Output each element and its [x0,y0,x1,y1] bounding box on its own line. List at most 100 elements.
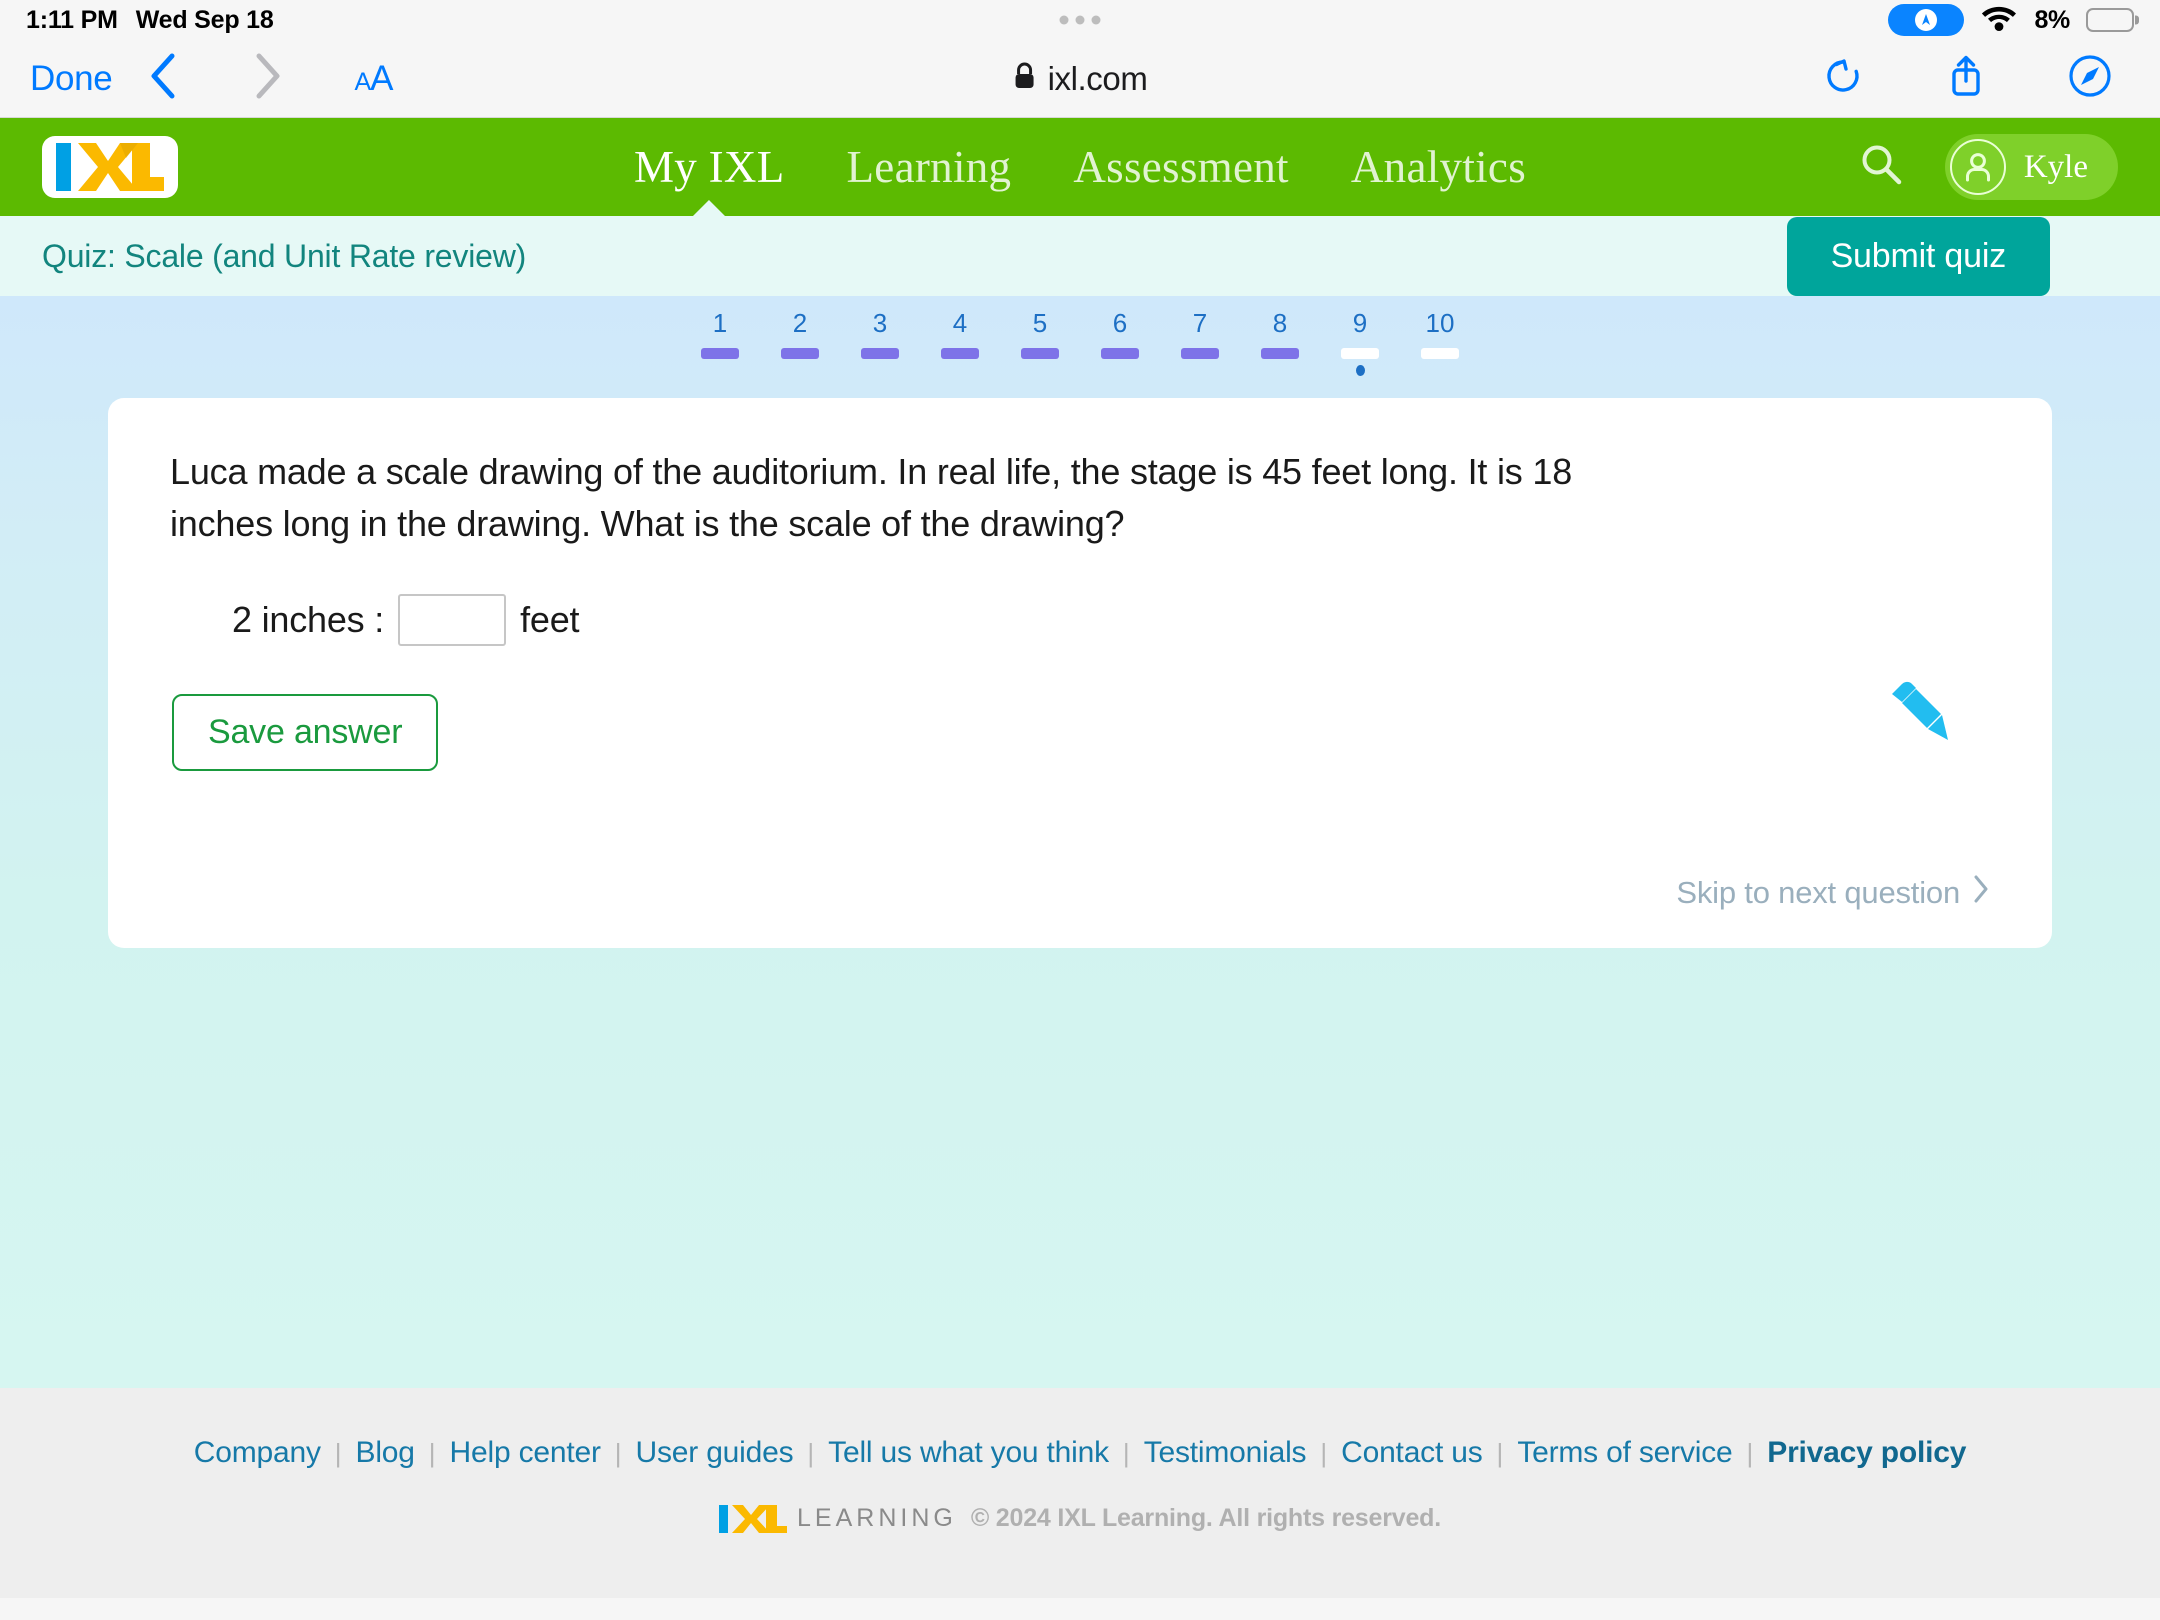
pager-item-1[interactable]: 1 [680,310,760,376]
footer-learning-word: LEARNING [797,1504,957,1532]
footer-separator: | [428,1437,436,1468]
dot [1075,15,1085,25]
pager-item-10[interactable]: 10 [1400,310,1480,376]
user-menu-button[interactable]: Kyle [1944,134,2118,200]
pager-status-bar [1261,348,1299,359]
footer-link-blog[interactable]: Blog [356,1436,415,1470]
footer-separator: | [614,1437,622,1468]
footer-link-terms-of-service[interactable]: Terms of service [1517,1436,1732,1470]
footer-separator: | [1320,1437,1328,1468]
status-bar-right: 8% [1888,4,2134,37]
forward-icon [252,52,282,105]
pager-item-7[interactable]: 7 [1160,310,1240,376]
status-bar-date: Wed Sep 18 [135,5,274,34]
safari-compass-icon[interactable] [2068,54,2112,103]
pager-item-5[interactable]: 5 [1000,310,1080,376]
nav-link-my-ixl[interactable]: My IXL [634,118,785,216]
lock-icon [1013,61,1037,96]
dot [1091,15,1101,25]
status-bar-time: 1:11 PM [26,5,118,34]
footer-link-help-center[interactable]: Help center [450,1436,601,1470]
footer-link-privacy-policy[interactable]: Privacy policy [1767,1436,1966,1470]
safari-toolbar: Done AA ixl.com [0,40,2160,118]
ixl-nav-right: Kyle [1857,134,2118,200]
pager-number: 8 [1272,308,1288,338]
answer-row: 2 inches : feet [170,594,1990,647]
footer-copyright-text: © 2024 IXL Learning. All rights reserved… [970,1504,1441,1532]
nav-link-learning[interactable]: Learning [847,118,1012,216]
address-bar[interactable]: ixl.com [1013,60,1148,98]
share-icon[interactable] [1946,53,1986,104]
footer-link-company[interactable]: Company [194,1436,321,1470]
wifi-icon [1980,4,2018,37]
footer-link-contact-us[interactable]: Contact us [1341,1436,1483,1470]
pager-number: 1 [712,308,728,338]
submit-quiz-button[interactable]: Submit quiz [1786,216,2050,296]
footer-separator: | [807,1437,815,1468]
question-card: Luca made a scale drawing of the auditor… [108,398,2052,948]
footer-links: Company | Blog | Help center | User guid… [194,1436,1967,1470]
status-bar-left: 1:11 PM Wed Sep 18 [26,6,274,35]
ixl-top-nav: My IXL Learning Assessment Analytics Kyl… [0,118,2160,216]
battery-percent-label: 8% [2034,5,2070,34]
pager-item-8[interactable]: 8 [1240,310,1320,376]
nav-link-analytics[interactable]: Analytics [1351,118,1526,216]
pencil-icon[interactable] [1878,670,1960,757]
footer-link-testimonials[interactable]: Testimonials [1144,1436,1307,1470]
footer-separator: | [1746,1437,1754,1468]
pager-item-2[interactable]: 2 [760,310,840,376]
ixl-learning-logo [719,1504,788,1533]
back-icon[interactable] [148,52,178,105]
text-size-big-a: A [370,58,393,98]
pager-item-3[interactable]: 3 [840,310,920,376]
page-footer: Company | Blog | Help center | User guid… [0,1388,2160,1598]
save-answer-button[interactable]: Save answer [172,694,439,772]
answer-prefix-label: 2 inches : [232,599,385,641]
search-icon[interactable] [1857,141,1905,194]
url-text: ixl.com [1047,59,1148,97]
pager-number: 6 [1112,308,1128,338]
chevron-right-icon [1972,874,1990,912]
text-size-button[interactable]: AA [354,58,393,99]
pager-number: 2 [792,308,808,338]
location-arrow-icon [1888,4,1965,36]
multitask-handle-dots[interactable] [1059,15,1101,25]
ixl-nav-links: My IXL Learning Assessment Analytics [634,118,1526,216]
answer-input[interactable] [398,594,507,647]
question-pager: 1 2 3 4 5 6 7 8 9 10 [0,296,2160,376]
footer-link-tell-us-what-you-think[interactable]: Tell us what you think [828,1436,1109,1470]
pager-status-bar [1421,348,1459,359]
done-button[interactable]: Done [30,59,113,99]
footer-separator: | [1122,1437,1130,1468]
pager-item-6[interactable]: 6 [1080,310,1160,376]
pager-number: 3 [872,308,888,338]
question-text: Luca made a scale drawing of the auditor… [170,451,1573,545]
pager-item-4[interactable]: 4 [920,310,1000,376]
logo-letters-xl [76,143,164,191]
user-avatar-icon [1949,139,2006,195]
quiz-main-area: 1 2 3 4 5 6 7 8 9 10 Luca made a scale d… [0,296,2160,1388]
pager-number: 9 [1352,308,1368,338]
footer-link-user-guides[interactable]: User guides [636,1436,794,1470]
pager-status-bar [1021,348,1059,359]
nav-link-assessment[interactable]: Assessment [1073,118,1289,216]
skip-to-next-question-link[interactable]: Skip to next question [1676,874,1990,912]
quiz-title: Quiz: Scale (and Unit Rate review) [42,237,527,274]
quiz-header-bar: Quiz: Scale (and Unit Rate review) Submi… [0,216,2160,296]
pager-item-9[interactable]: 9 [1320,310,1400,376]
pager-number: 7 [1192,308,1208,338]
ixl-logo[interactable] [42,136,178,198]
footer-copyright-row: LEARNING © 2024 IXL Learning. All rights… [719,1504,1441,1533]
dot [1059,15,1069,25]
user-name-label: Kyle [2023,148,2088,185]
logo-letter-i [56,143,71,191]
pager-status-bar [781,348,819,359]
pager-current-dot [1355,365,1365,376]
toolbar-right-actions [1822,53,2130,104]
reload-icon[interactable] [1822,55,1864,102]
pager-number: 4 [952,308,968,338]
pager-number: 5 [1032,308,1048,338]
text-size-small-a: A [354,67,371,96]
pager-status-bar [1181,348,1219,359]
answer-suffix-label: feet [520,599,580,641]
